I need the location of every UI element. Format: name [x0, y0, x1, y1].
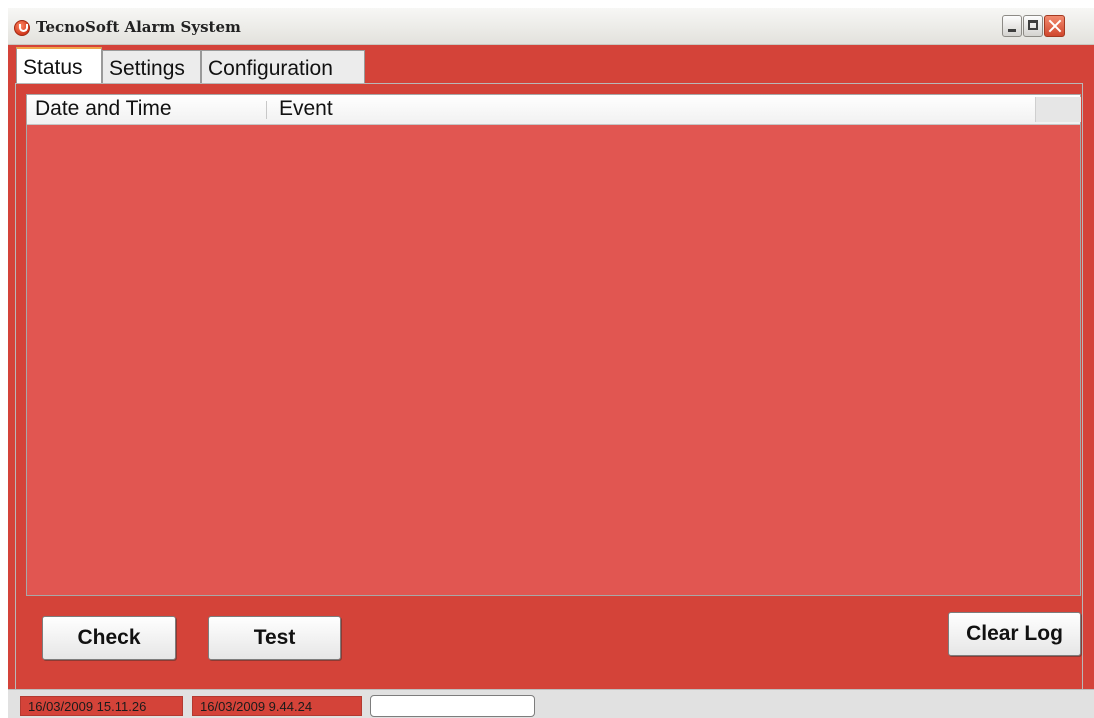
check-button[interactable]: Check [42, 616, 176, 660]
minimize-button[interactable] [1002, 15, 1022, 37]
maximize-button[interactable] [1023, 15, 1043, 37]
status-bar: 16/03/2009 15.11.26 16/03/2009 9.44.24 [8, 689, 1094, 718]
tab-strip: Status Settings Configuration [8, 45, 1094, 85]
title-bar[interactable]: TecnoSoft Alarm System [8, 8, 1094, 45]
tab-settings[interactable]: Settings [102, 50, 201, 84]
alarm-app-icon [14, 20, 30, 36]
test-button[interactable]: Test [208, 616, 341, 660]
event-log-table[interactable]: Date and Time Event [26, 94, 1081, 596]
status-timestamp-2: 16/03/2009 9.44.24 [192, 696, 362, 716]
status-timestamp-1: 16/03/2009 15.11.26 [20, 696, 183, 716]
tab-configuration[interactable]: Configuration [201, 50, 365, 84]
column-divider[interactable] [266, 101, 267, 119]
column-header-event[interactable]: Event [279, 97, 333, 121]
clear-log-button[interactable]: Clear Log [948, 612, 1081, 656]
close-button[interactable] [1044, 15, 1065, 37]
app-window: TecnoSoft Alarm System Status Settings C… [8, 8, 1094, 718]
status-panel: Date and Time Event Check Test Clear Log [15, 83, 1083, 690]
window-title: TecnoSoft Alarm System [36, 18, 241, 36]
column-header-date-time[interactable]: Date and Time [35, 97, 172, 121]
log-table-header: Date and Time Event [27, 95, 1081, 125]
tab-status[interactable]: Status [16, 47, 102, 84]
status-progress-bar [370, 695, 535, 717]
column-header-filler [1035, 97, 1081, 122]
